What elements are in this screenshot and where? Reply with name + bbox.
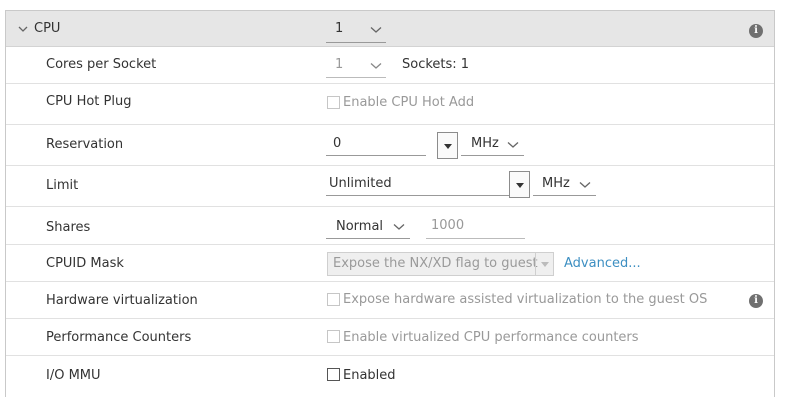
info-icon[interactable]: i [749, 294, 763, 308]
cpuid-mask-value: Expose the NX/XD flag to guest [333, 256, 538, 271]
chevron-down-icon [370, 63, 382, 69]
cpuid-mask-select[interactable]: Expose the NX/XD flag to guest [327, 252, 554, 276]
row-cpu-hot-plug: CPU Hot Plug Enable CPU Hot Add [6, 84, 774, 125]
hardware-virtualization-checkbox[interactable] [327, 293, 340, 306]
cpu-count-value: 1 [335, 21, 344, 36]
io-mmu-checkbox[interactable] [327, 368, 340, 381]
cpuid-mask-label: CPUID Mask [46, 256, 124, 271]
row-hardware-virtualization: Hardware virtualization Expose hardware … [6, 282, 774, 319]
cpu-count-select[interactable]: 1 [326, 19, 386, 43]
row-shares: Shares Normal 1000 [6, 207, 774, 245]
shares-value-input[interactable]: 1000 [426, 212, 525, 239]
row-io-mmu: I/O MMU Enabled [6, 356, 774, 396]
cpu-section-header[interactable]: CPU 1 i [6, 11, 774, 47]
cores-per-socket-label: Cores per Socket [46, 57, 157, 72]
chevron-down-icon [370, 27, 382, 33]
row-limit: Limit Unlimited MHz [6, 166, 774, 207]
row-cores-per-socket: Cores per Socket 1 Sockets: 1 [6, 47, 774, 84]
chevron-down-icon [535, 253, 553, 275]
performance-counters-label: Performance Counters [46, 330, 192, 345]
chevron-down-icon [393, 224, 405, 230]
limit-input[interactable]: Unlimited [326, 171, 509, 197]
shares-level-value: Normal [336, 219, 384, 234]
info-icon[interactable]: i [749, 24, 763, 38]
section-title: CPU [34, 21, 61, 36]
reservation-dropdown-button[interactable] [437, 132, 458, 159]
chevron-down-icon [579, 182, 591, 188]
limit-unit-value: MHz [542, 176, 570, 191]
chevron-down-icon [507, 142, 519, 148]
hardware-virtualization-checkbox-label: Expose hardware assisted virtualization … [343, 292, 708, 307]
hardware-virtualization-label: Hardware virtualization [46, 293, 198, 308]
shares-value: 1000 [431, 218, 465, 233]
cpu-hot-plug-label: CPU Hot Plug [46, 94, 132, 109]
cpu-hot-add-checkbox-label: Enable CPU Hot Add [343, 95, 475, 110]
collapse-chevron-icon[interactable] [18, 26, 28, 33]
cpuid-advanced-link[interactable]: Advanced... [564, 256, 641, 271]
io-mmu-checkbox-label: Enabled [343, 368, 396, 383]
limit-label: Limit [46, 178, 79, 193]
shares-label: Shares [46, 220, 91, 235]
cores-per-socket-select[interactable]: 1 [326, 53, 386, 78]
performance-counters-checkbox-label: Enable virtualized CPU performance count… [343, 330, 639, 345]
io-mmu-label: I/O MMU [46, 368, 101, 383]
shares-level-select[interactable]: Normal [326, 212, 410, 239]
row-reservation: Reservation 0 MHz [6, 125, 774, 166]
reservation-unit-value: MHz [471, 136, 499, 151]
performance-counters-checkbox[interactable] [327, 330, 340, 343]
cpu-hot-add-checkbox[interactable] [327, 96, 340, 109]
limit-dropdown-button[interactable] [509, 171, 530, 198]
row-performance-counters: Performance Counters Enable virtualized … [6, 319, 774, 356]
reservation-input[interactable]: 0 [326, 131, 426, 157]
reservation-label: Reservation [46, 137, 124, 152]
cpu-settings-panel: CPU 1 i Cores per Socket 1 Sockets: 1 CP… [5, 10, 775, 397]
sockets-count: Sockets: 1 [402, 57, 470, 72]
cores-per-socket-value: 1 [335, 57, 344, 72]
limit-value: Unlimited [329, 176, 392, 191]
reservation-unit-select[interactable]: MHz [461, 131, 524, 157]
reservation-value: 0 [333, 136, 342, 151]
limit-unit-select[interactable]: MHz [533, 171, 596, 197]
